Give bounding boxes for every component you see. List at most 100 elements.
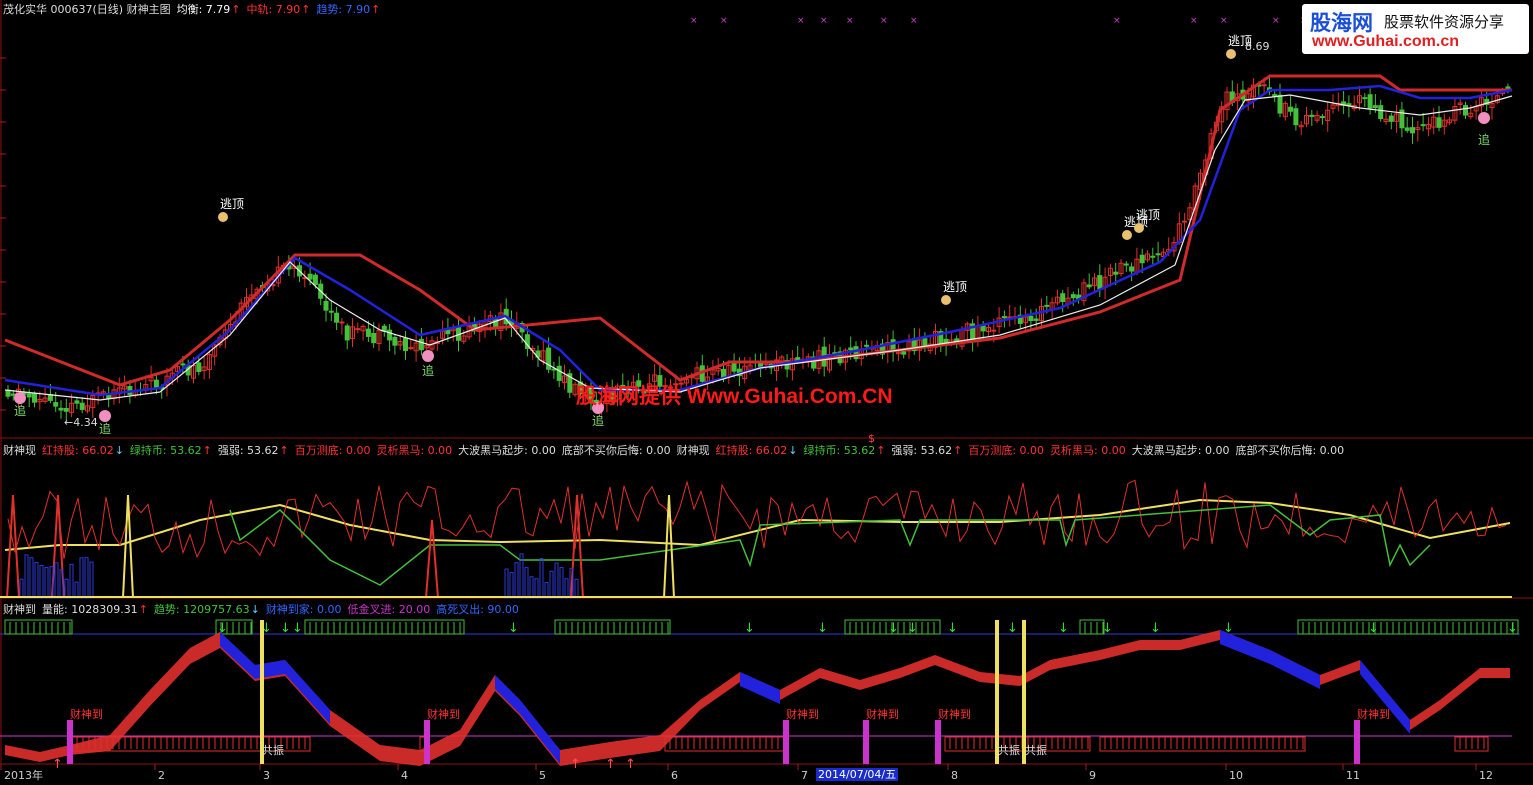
green-hold-zone	[1079, 619, 1105, 635]
chase-marker-icon	[99, 410, 111, 422]
candle	[339, 321, 345, 324]
candle	[1150, 255, 1156, 258]
green-hold-zone	[4, 619, 73, 635]
escape-top-label: 逃顶	[943, 280, 967, 294]
candle	[1463, 105, 1468, 116]
x-tick-label: 5	[539, 769, 546, 782]
candle	[58, 407, 64, 411]
signal-x-marker: ×	[1113, 16, 1121, 26]
candle	[1372, 105, 1378, 109]
candle	[1001, 316, 1007, 319]
main-legend-item: 茂化实华 000637(日线) 财神主图	[3, 3, 171, 16]
x-tick-label: 11	[1346, 769, 1360, 782]
chase-label: 追	[592, 413, 604, 428]
ind1-legend-arrow: ↑	[202, 444, 212, 457]
ind1-legend-arrow: ↓	[788, 444, 798, 457]
ind1-legend-item: 强弱: 53.62	[217, 444, 279, 457]
sell-arrow-icon: ↓	[907, 621, 918, 636]
candle	[1113, 271, 1119, 275]
main-legend-item: 均衡: 7.79	[176, 3, 231, 16]
sell-arrow-icon: ↓	[947, 621, 958, 636]
low-price-label: ←4.34	[64, 416, 98, 429]
spike-yellow	[663, 494, 675, 599]
volume-bar	[534, 578, 539, 599]
candle	[387, 329, 393, 341]
x-tick-label: 3	[263, 769, 270, 782]
sell-arrow-icon: ↓	[1102, 621, 1113, 636]
candle	[10, 393, 16, 396]
indicator1-legend: 财神现 红持股: 66.02↓ 绿持币: 53.62↑ 强弱: 53.62↑ 百万测底:…	[3, 444, 1350, 457]
money-bag-icon	[1134, 223, 1144, 233]
volume-bar	[89, 561, 94, 599]
x-tick-label: 12	[1479, 769, 1493, 782]
chase-marker-icon	[422, 350, 434, 362]
escape-top-label: 逃顶	[1136, 208, 1160, 222]
chase-marker-icon	[14, 392, 26, 404]
x-tick-label: 10	[1229, 769, 1243, 782]
volume-bar	[549, 570, 554, 599]
volume-bar	[524, 567, 529, 599]
candle	[1436, 117, 1442, 128]
arrive-bar	[1354, 720, 1360, 764]
ind1-legend-item: 底部不买你后悔: 0.00	[561, 444, 671, 457]
resonance-label: 共振	[1025, 743, 1047, 757]
candle	[1404, 127, 1410, 131]
volume-bar	[24, 554, 29, 599]
chase-label: 追	[1478, 132, 1490, 147]
trend-area	[1220, 630, 1320, 689]
candle	[355, 328, 361, 331]
candle	[323, 300, 329, 311]
trend-line	[4, 84, 1513, 397]
candle	[1044, 304, 1050, 307]
ind1-legend-item: 强弱: 53.62	[891, 444, 953, 457]
sell-arrow-icon: ↓	[1223, 621, 1234, 636]
sell-arrow-icon: ↓	[280, 621, 291, 636]
buy-arrow-icon: ↑	[605, 757, 616, 772]
ind2-legend-item: 量能: 1028309.31	[42, 603, 138, 616]
spike-red	[6, 494, 20, 599]
arrive-bar	[935, 720, 941, 764]
sell-arrow-icon: ↓	[1150, 621, 1161, 636]
volume-bar	[54, 562, 59, 599]
stock-chart-window[interactable]: 逃顶逃顶逃顶逃顶逃顶追追追追追←4.348.69$×××××××××××××财神…	[0, 0, 1533, 785]
logo-url: www.Guhai.com.cn	[1312, 33, 1459, 50]
candle	[53, 402, 59, 407]
resonance-bar	[260, 620, 264, 764]
volume-bar	[44, 566, 49, 599]
x-tick-label: 6	[671, 769, 678, 782]
logo-tagline: 股票软件资源分享	[1384, 13, 1505, 31]
trend-area	[495, 675, 560, 764]
candle	[1097, 275, 1103, 290]
arrive-bar	[424, 720, 430, 764]
buy-arrow-icon: ↑	[570, 757, 581, 772]
sell-arrow-icon: ↓	[261, 621, 272, 636]
candle	[556, 365, 562, 381]
red-hold-zone	[1099, 736, 1306, 752]
ind2-legend-item: 低金叉进: 20.00	[347, 603, 431, 616]
sell-arrow-icon: ↓	[1007, 621, 1018, 636]
sell-arrow-icon: ↓	[1058, 621, 1069, 636]
candle	[365, 328, 371, 337]
money-bag-icon	[941, 295, 951, 305]
candle	[848, 347, 854, 351]
sell-arrow-icon: ↓	[508, 621, 519, 636]
candle	[1070, 294, 1076, 299]
chase-label: 追	[14, 403, 26, 418]
volume-bar	[29, 557, 34, 599]
chase-marker-icon	[1478, 112, 1490, 124]
candle	[26, 393, 32, 398]
candle	[328, 310, 334, 313]
cursor-date-label: 2014/07/04/五	[816, 768, 899, 781]
candle	[371, 332, 377, 344]
ind2-legend-item: 财神到	[3, 603, 36, 616]
volume-bar	[554, 562, 559, 599]
candle	[1319, 116, 1325, 119]
ind1-legend-item: 绿持币: 53.62	[803, 444, 876, 457]
candle	[403, 337, 408, 352]
arrive-label: 财神到	[938, 707, 971, 721]
middle-band-line	[4, 74, 1512, 387]
x-tick-label: 2013年	[4, 768, 43, 782]
chase-label: 追	[422, 363, 434, 378]
candle	[1272, 94, 1278, 97]
spike-red	[425, 519, 439, 599]
